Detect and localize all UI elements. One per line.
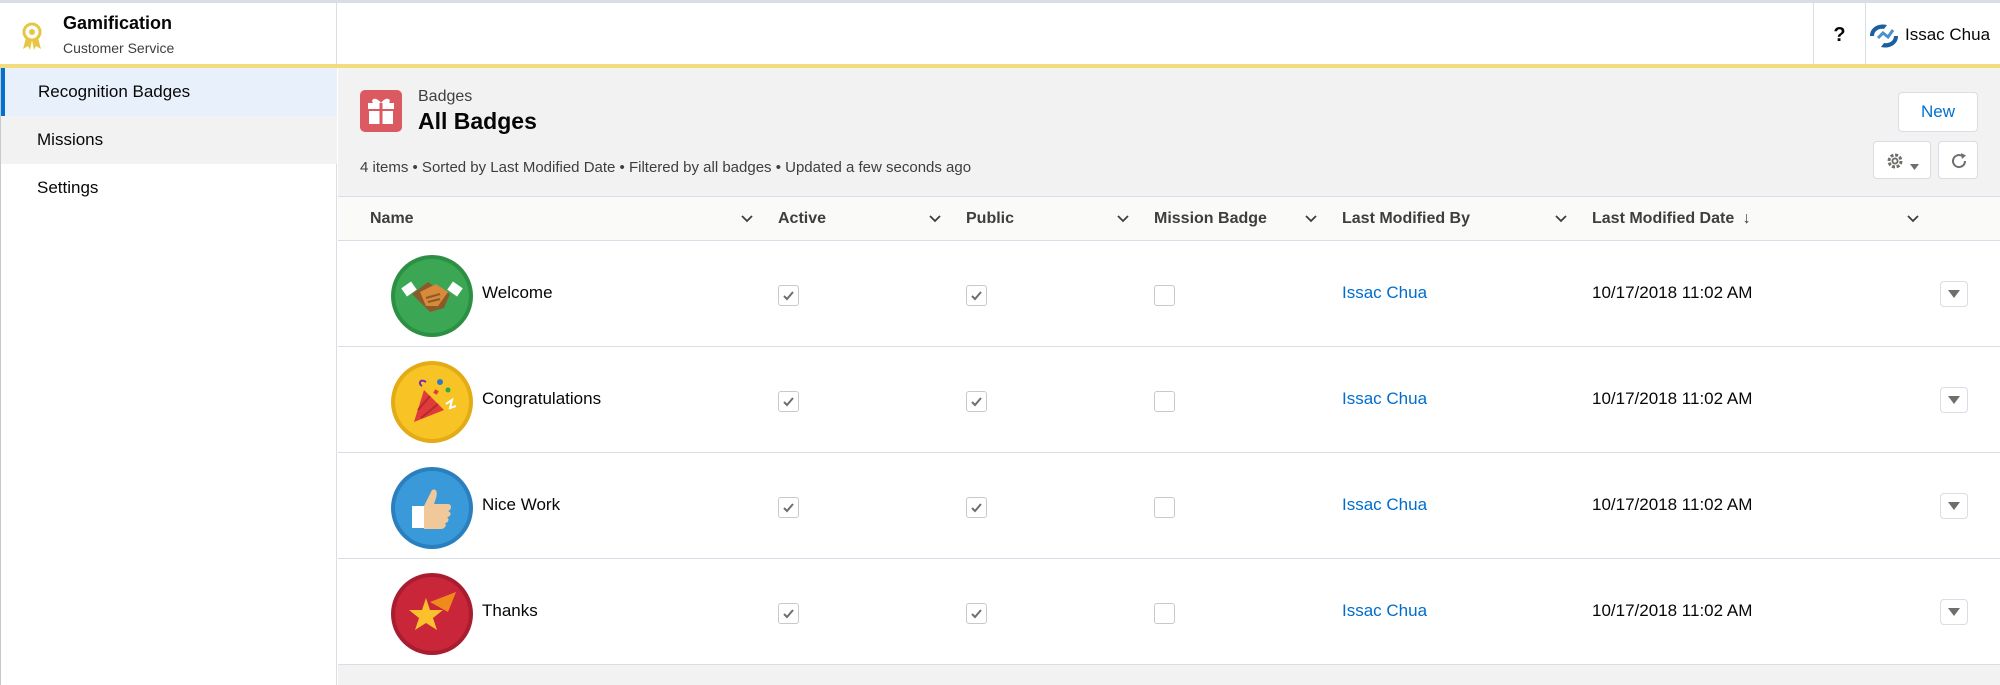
active-checkbox — [778, 285, 799, 306]
badge-name[interactable]: Thanks — [482, 601, 538, 621]
column-header-last-modified-date[interactable]: Last Modified Date ↓ — [1592, 197, 1751, 241]
global-header: Gamification Customer Service ? Issac Ch… — [0, 0, 2000, 67]
last-modified-date: 10/17/2018 11:02 AM — [1592, 389, 1753, 408]
chevron-down-icon[interactable] — [1304, 212, 1318, 226]
mission-badge-checkbox — [1154, 285, 1175, 306]
row-actions-button[interactable] — [1940, 387, 1968, 413]
app-brand[interactable]: Gamification Customer Service — [0, 3, 337, 67]
user-avatar-icon — [1867, 21, 1901, 51]
last-modified-by-link[interactable]: Issac Chua — [1342, 283, 1427, 303]
badge-name[interactable]: Congratulations — [482, 389, 601, 409]
award-ribbon-icon — [18, 21, 46, 51]
last-modified-date: 10/17/2018 11:02 AM — [1592, 495, 1753, 514]
table-row: Congratulations Issac Chua 10/17/2018 11… — [338, 347, 2000, 453]
public-checkbox — [966, 391, 987, 412]
thumbs-up-icon — [390, 466, 474, 550]
user-name: Issac Chua — [1905, 25, 1991, 44]
active-checkbox — [778, 603, 799, 624]
party-popper-icon — [390, 360, 474, 444]
handshake-icon — [390, 254, 474, 338]
table-header: Name Active Public Mission Badge Last Mo… — [338, 197, 2000, 241]
column-header-label: Last Modified Date — [1592, 210, 1735, 227]
active-checkbox — [778, 391, 799, 412]
public-checkbox — [966, 497, 987, 518]
table-row: Welcome Issac Chua 10/17/2018 11:02 AM — [338, 241, 2000, 347]
chevron-down-icon[interactable] — [1554, 212, 1568, 226]
badges-table: Name Active Public Mission Badge Last Mo… — [338, 197, 2000, 685]
sidebar-item-settings[interactable]: Settings — [1, 164, 337, 212]
refresh-icon — [1950, 152, 1968, 175]
last-modified-date: 10/17/2018 11:02 AM — [1592, 283, 1753, 302]
column-header-mission-badge[interactable]: Mission Badge — [1154, 197, 1267, 241]
public-checkbox — [966, 285, 987, 306]
shooting-star-icon — [390, 572, 474, 656]
column-header-last-modified-by[interactable]: Last Modified By — [1342, 197, 1470, 241]
badge-name[interactable]: Nice Work — [482, 495, 560, 515]
list-view: Badges All Badges 4 items • Sorted by La… — [338, 68, 2000, 685]
app-window: Gamification Customer Service ? Issac Ch… — [0, 0, 2000, 685]
badge-name[interactable]: Welcome — [482, 283, 553, 303]
row-actions-button[interactable] — [1940, 493, 1968, 519]
column-header-active[interactable]: Active — [778, 197, 826, 241]
column-header-public[interactable]: Public — [966, 197, 1014, 241]
active-checkbox — [778, 497, 799, 518]
last-modified-by-link[interactable]: Issac Chua — [1342, 601, 1427, 621]
help-button[interactable]: ? — [1813, 3, 1866, 67]
refresh-button[interactable] — [1938, 141, 1978, 179]
list-view-title[interactable]: All Badges — [418, 108, 537, 135]
sidebar-item-recognition-badges[interactable]: Recognition Badges — [1, 68, 337, 116]
chevron-down-icon[interactable] — [740, 212, 754, 226]
gear-icon — [1886, 152, 1904, 175]
app-subtitle: Customer Service — [63, 40, 175, 56]
gift-icon — [360, 90, 402, 132]
object-label: Badges — [418, 88, 473, 105]
last-modified-by-link[interactable]: Issac Chua — [1342, 495, 1427, 515]
list-header: Badges All Badges 4 items • Sorted by La… — [338, 68, 2000, 197]
list-info-text: 4 items • Sorted by Last Modified Date •… — [360, 159, 972, 176]
mission-badge-checkbox — [1154, 391, 1175, 412]
public-checkbox — [966, 603, 987, 624]
row-actions-button[interactable] — [1940, 599, 1968, 625]
sort-arrow-icon: ↓ — [1742, 210, 1751, 227]
chevron-down-icon[interactable] — [928, 212, 942, 226]
table-empty-area — [338, 665, 2000, 685]
chevron-down-icon[interactable] — [1906, 212, 1920, 226]
new-button[interactable]: New — [1898, 92, 1978, 132]
table-row: Nice Work Issac Chua 10/17/2018 11:02 AM — [338, 453, 2000, 559]
sidebar-item-missions[interactable]: Missions — [1, 116, 337, 164]
chevron-down-icon — [1910, 157, 1919, 175]
table-row: Thanks Issac Chua 10/17/2018 11:02 AM — [338, 559, 2000, 665]
sidebar: Recognition Badges Missions Settings — [0, 68, 337, 685]
last-modified-by-link[interactable]: Issac Chua — [1342, 389, 1427, 409]
column-header-name[interactable]: Name — [370, 197, 414, 241]
app-title: Gamification — [63, 13, 173, 33]
chevron-down-icon[interactable] — [1116, 212, 1130, 226]
mission-badge-checkbox — [1154, 497, 1175, 518]
row-actions-button[interactable] — [1940, 281, 1968, 307]
mission-badge-checkbox — [1154, 603, 1175, 624]
last-modified-date: 10/17/2018 11:02 AM — [1592, 601, 1753, 620]
user-menu[interactable]: Issac Chua — [1866, 3, 2000, 67]
list-settings-button[interactable] — [1873, 141, 1931, 179]
